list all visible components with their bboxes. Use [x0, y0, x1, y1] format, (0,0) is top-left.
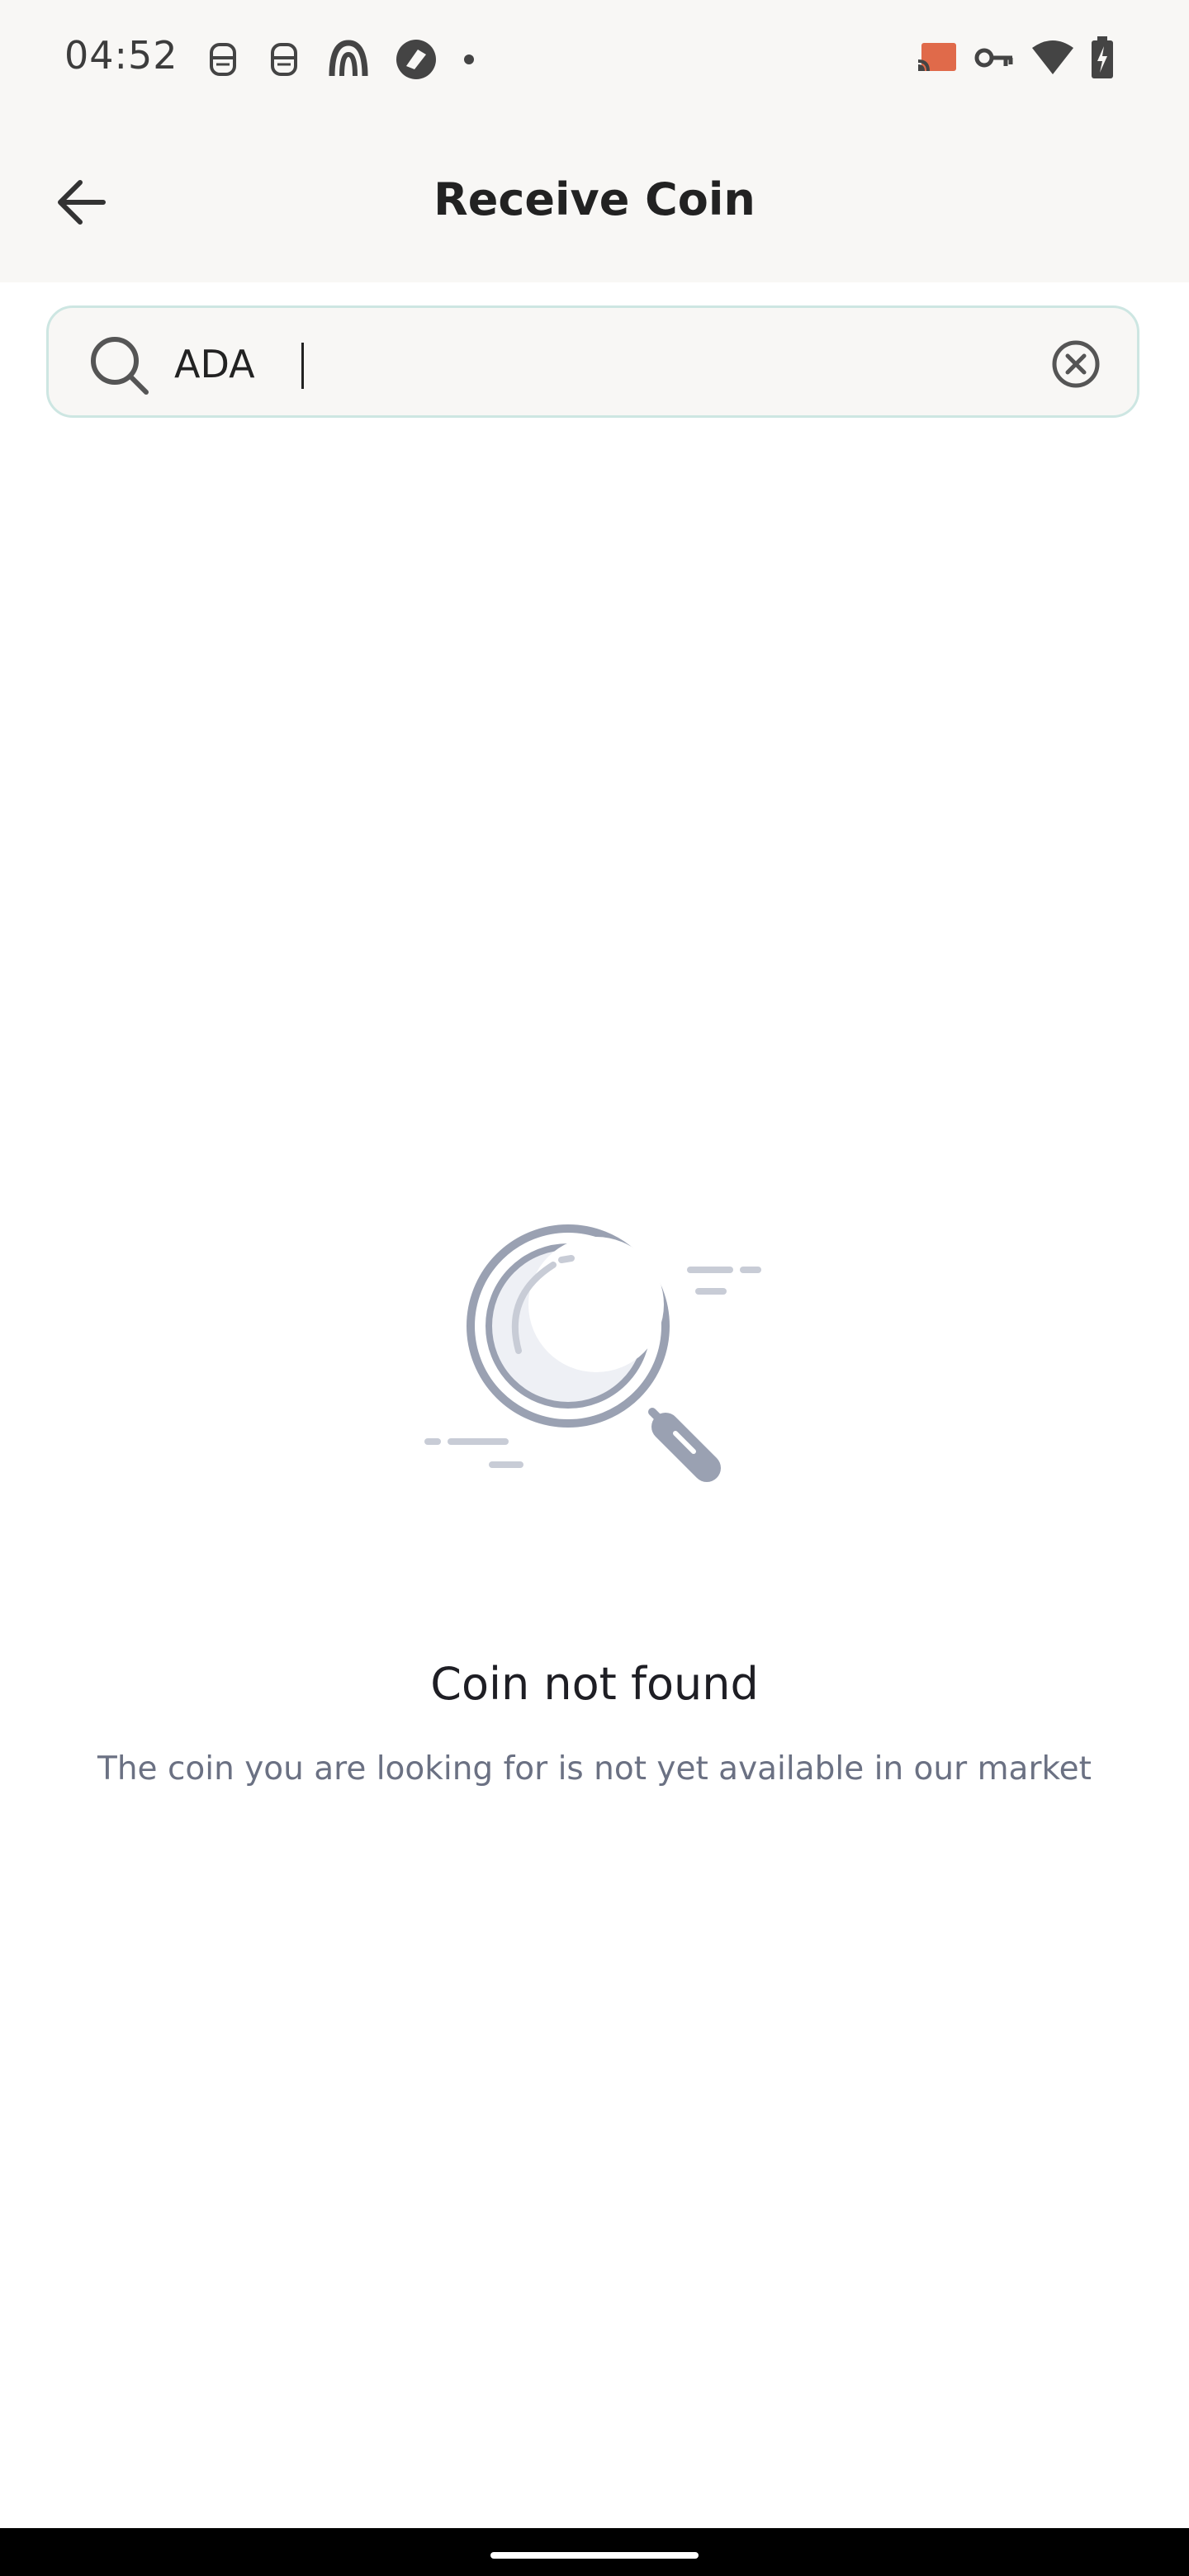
robot-icon: [210, 43, 236, 76]
robot-icon: [271, 43, 297, 76]
vpn-key-icon: [974, 48, 1013, 68]
app-bar: Receive Coin: [0, 116, 1189, 282]
app-icon: [329, 40, 368, 77]
dot-icon: [464, 54, 474, 64]
status-time: 04:52: [64, 33, 178, 78]
app-icon: [396, 40, 436, 79]
empty-state-title: Coin not found: [430, 1658, 759, 1710]
status-bar: 04:52: [0, 0, 1189, 116]
clear-search-button[interactable]: [1049, 338, 1102, 391]
magnifier-illustration-icon: [424, 1224, 761, 1482]
search-box[interactable]: [46, 305, 1139, 418]
close-circle-icon: [1052, 340, 1100, 388]
cast-icon: [917, 43, 956, 72]
home-indicator[interactable]: [490, 2552, 699, 2559]
page-title: Receive Coin: [433, 173, 756, 225]
empty-state-illustration: [413, 1205, 776, 1507]
search-icon: [91, 337, 149, 395]
battery-charging-icon: [1092, 36, 1113, 78]
system-icons: [917, 36, 1115, 79]
wifi-icon: [1032, 40, 1073, 74]
text-cursor: [301, 343, 304, 389]
search-input[interactable]: [174, 333, 1000, 395]
empty-state-subtitle: The coin you are looking for is not yet …: [97, 1750, 1092, 1788]
notification-icons: [203, 36, 477, 83]
